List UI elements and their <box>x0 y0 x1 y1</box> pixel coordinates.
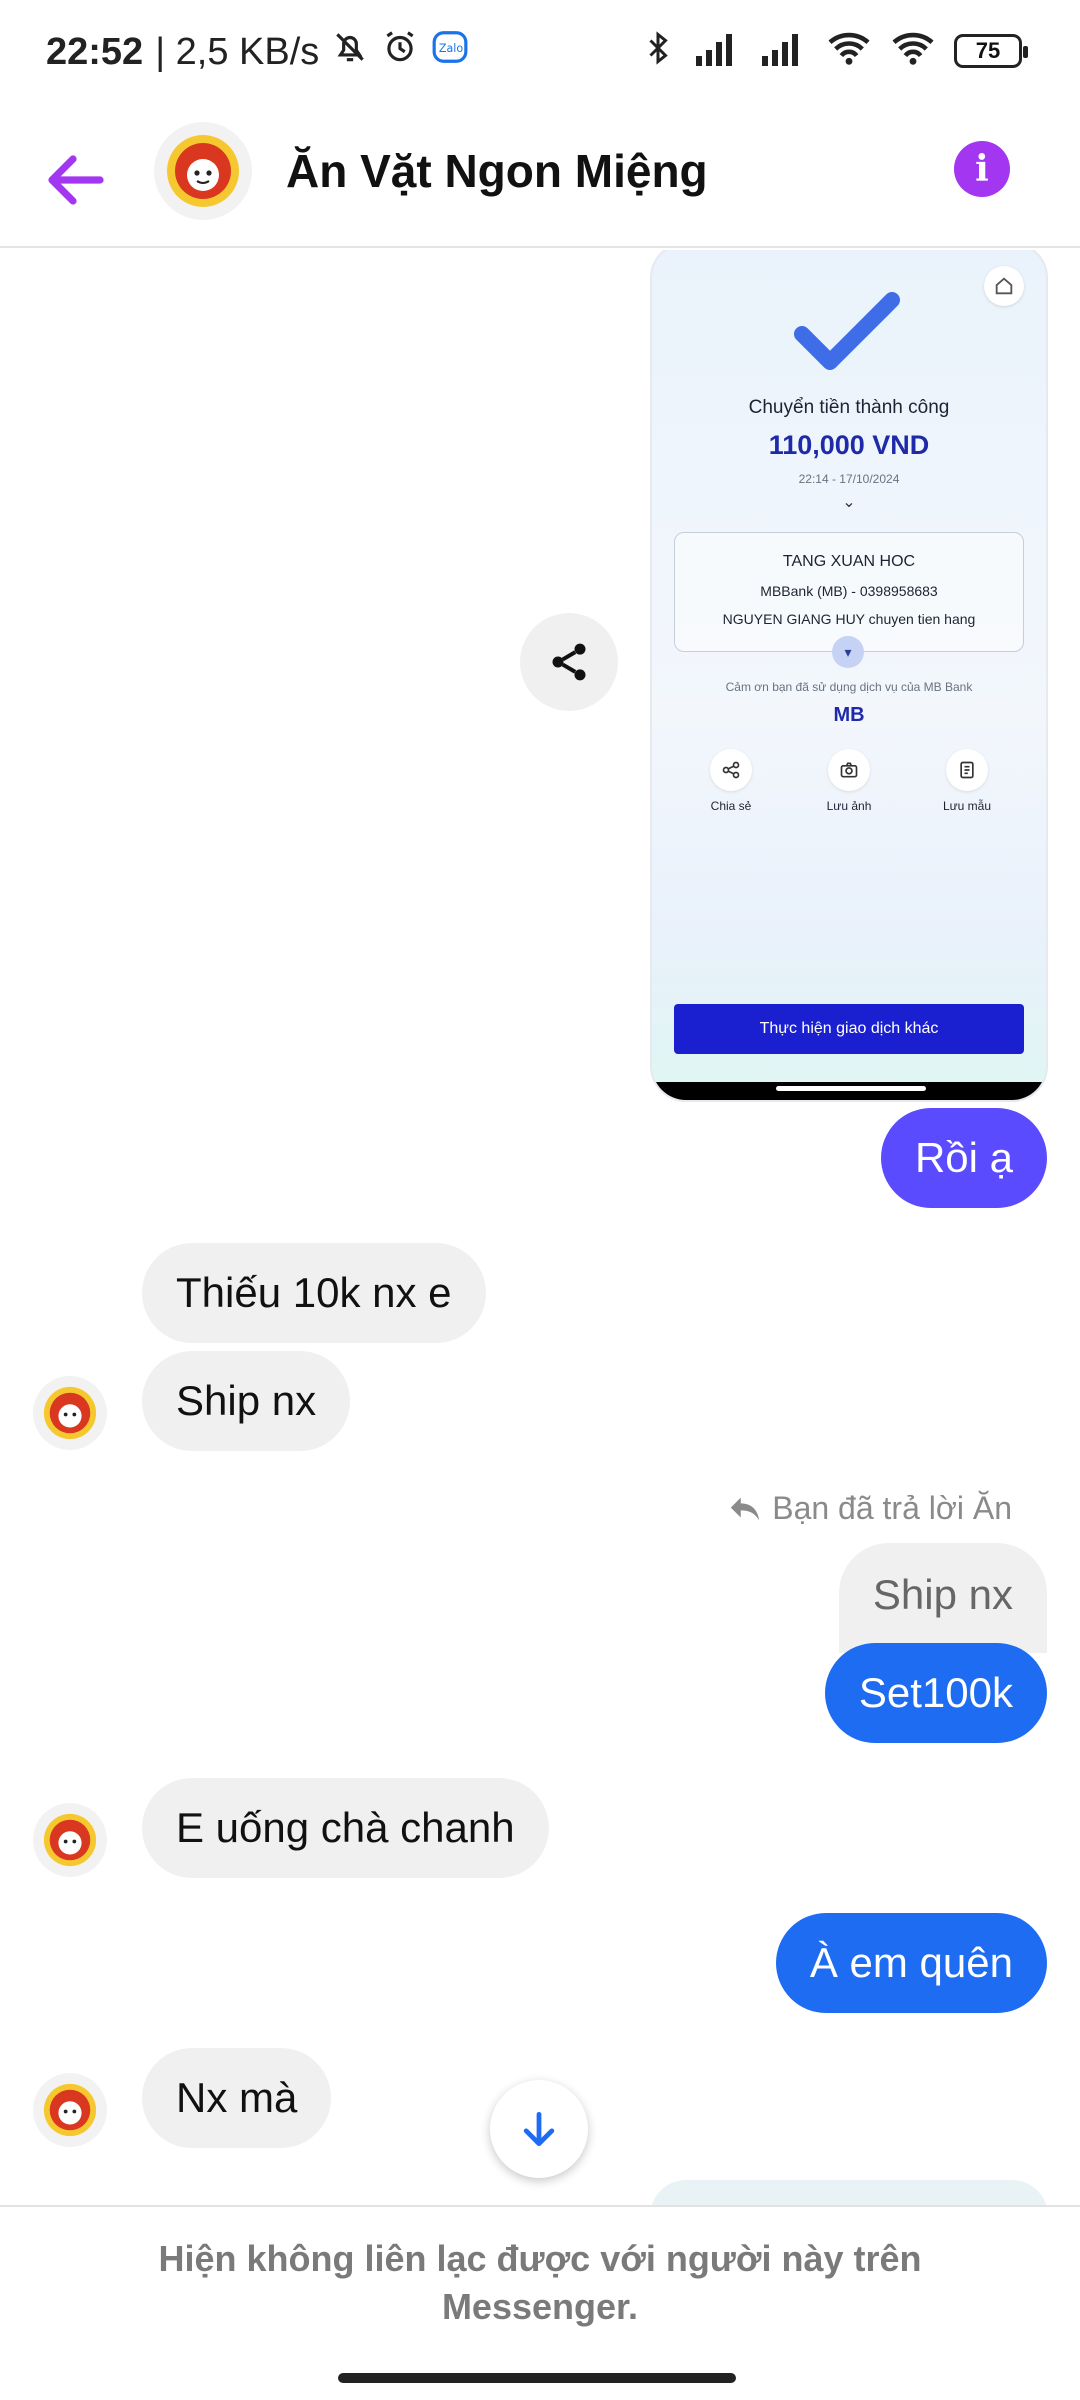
reply-arrow-icon <box>731 1497 760 1520</box>
document-icon <box>946 749 988 791</box>
sender-avatar[interactable] <box>33 1376 107 1450</box>
alarm-icon <box>381 28 419 76</box>
receipt-action-label: Lưu mẫu <box>942 799 992 813</box>
svg-text:Zalo: Zalo <box>439 42 463 55</box>
checkmark-icon <box>794 292 900 370</box>
receipt-new-transaction-button: Thực hiện giao dịch khác <box>674 1004 1024 1054</box>
wifi-icon-2 <box>890 29 936 72</box>
signal-icon <box>694 30 742 71</box>
message-bubble-incoming[interactable]: Nx mà <box>142 2048 332 2148</box>
scroll-to-bottom-button[interactable] <box>490 2080 588 2178</box>
chat-header: Ăn Vặt Ngon Miệng i <box>0 110 1080 248</box>
composer-unavailable: Hiện không liên lạc được với người này t… <box>0 2205 1080 2400</box>
battery-indicator: 75 <box>954 33 1028 68</box>
receipt-title: Chuyển tiền thành công <box>748 397 950 418</box>
contact-avatar[interactable] <box>154 122 252 220</box>
network-speed: | 2,5 KB/s <box>155 30 320 73</box>
reply-indicator: Bạn đã trả lời Ăn <box>728 1490 1012 1527</box>
quoted-message[interactable]: Ship nx <box>838 1543 1047 1653</box>
receipt-details: TANG XUAN HOC MBBank (MB) - 0398958683 N… <box>674 532 1024 652</box>
status-left: 22:52 | 2,5 KB/s Zalo <box>46 28 469 76</box>
home-indicator[interactable] <box>338 2373 736 2383</box>
contact-name[interactable]: Ăn Vặt Ngon Miệng <box>286 144 708 198</box>
receipt-image[interactable]: Chuyển tiền thành công 110,000 VND 22:14… <box>650 250 1048 1102</box>
message-bubble-incoming[interactable]: Thiếu 10k nx e <box>142 1243 486 1343</box>
chevron-down-icon: ▾ <box>832 636 864 668</box>
zalo-icon: Zalo <box>431 28 469 76</box>
message-bubble-outgoing[interactable]: Set100k <box>824 1643 1047 1743</box>
sender-avatar[interactable] <box>33 2073 107 2147</box>
receipt-amount: 110,000 VND <box>768 430 930 460</box>
receipt-datetime: 22:14 - 17/10/2024 <box>798 472 900 486</box>
status-right: 75 <box>640 28 1028 73</box>
arrow-down-icon <box>523 2111 555 2147</box>
signal-icon-2 <box>760 30 808 71</box>
bluetooth-icon <box>640 28 676 73</box>
status-time: 22:52 <box>46 30 144 73</box>
receipt-recipient: TANG XUAN HOC <box>782 553 916 570</box>
receipt-bank-account: MBBank (MB) - 0398958683 <box>760 583 938 599</box>
share-icon <box>710 749 752 791</box>
shop-logo-icon <box>167 135 239 207</box>
wifi-icon <box>826 29 872 72</box>
receipt-thanks: Cảm ơn bạn đã sử dụng dịch vụ của MB Ban… <box>725 680 973 694</box>
mute-bell-icon <box>331 28 369 76</box>
sender-avatar[interactable] <box>33 1803 107 1877</box>
message-bubble-outgoing[interactable]: Rồi ạ <box>880 1108 1047 1208</box>
chevron-double-down-icon: ⌄ <box>842 494 856 511</box>
shop-logo-icon <box>43 2083 97 2137</box>
receipt-action-share: Chia sẻ <box>686 749 776 813</box>
message-bubble-incoming[interactable]: Ship nx <box>142 1351 351 1451</box>
receipt-action-label: Chia sẻ <box>710 799 752 813</box>
receipt-action-save-image: Lưu ảnh <box>804 749 894 813</box>
arrow-left-icon <box>48 155 104 205</box>
shop-logo-icon <box>43 1386 97 1440</box>
back-button[interactable] <box>40 144 112 216</box>
share-button[interactable] <box>520 613 618 711</box>
shop-logo-icon <box>43 1813 97 1867</box>
receipt-action-save-template: Lưu mẫu <box>922 749 1012 813</box>
info-button[interactable]: i <box>954 141 1010 197</box>
message-list[interactable]: Chuyển tiền thành công 110,000 VND 22:14… <box>0 250 1080 2205</box>
message-bubble-outgoing[interactable]: À em quên <box>775 1913 1047 2013</box>
status-bar: 22:52 | 2,5 KB/s Zalo 75 <box>0 0 1080 100</box>
receipt-note: NGUYEN GIANG HUY chuyen tien hang <box>722 611 976 627</box>
mb-logo: MB <box>833 704 865 726</box>
share-icon <box>552 643 586 681</box>
home-icon <box>984 266 1024 306</box>
next-image-preview[interactable] <box>650 2180 1048 2205</box>
reply-note-text: Bạn đã trả lời Ăn <box>772 1490 1012 1526</box>
unavailable-notice: Hiện không liên lạc được với người này t… <box>158 2238 922 2327</box>
receipt-actions: Chia sẻ Lưu ảnh Lưu mẫu <box>652 749 1046 813</box>
camera-icon <box>828 749 870 791</box>
receipt-nav-bar <box>652 1082 1046 1100</box>
receipt-action-label: Lưu ảnh <box>826 799 872 813</box>
message-bubble-incoming[interactable]: E uống chà chanh <box>142 1778 549 1878</box>
